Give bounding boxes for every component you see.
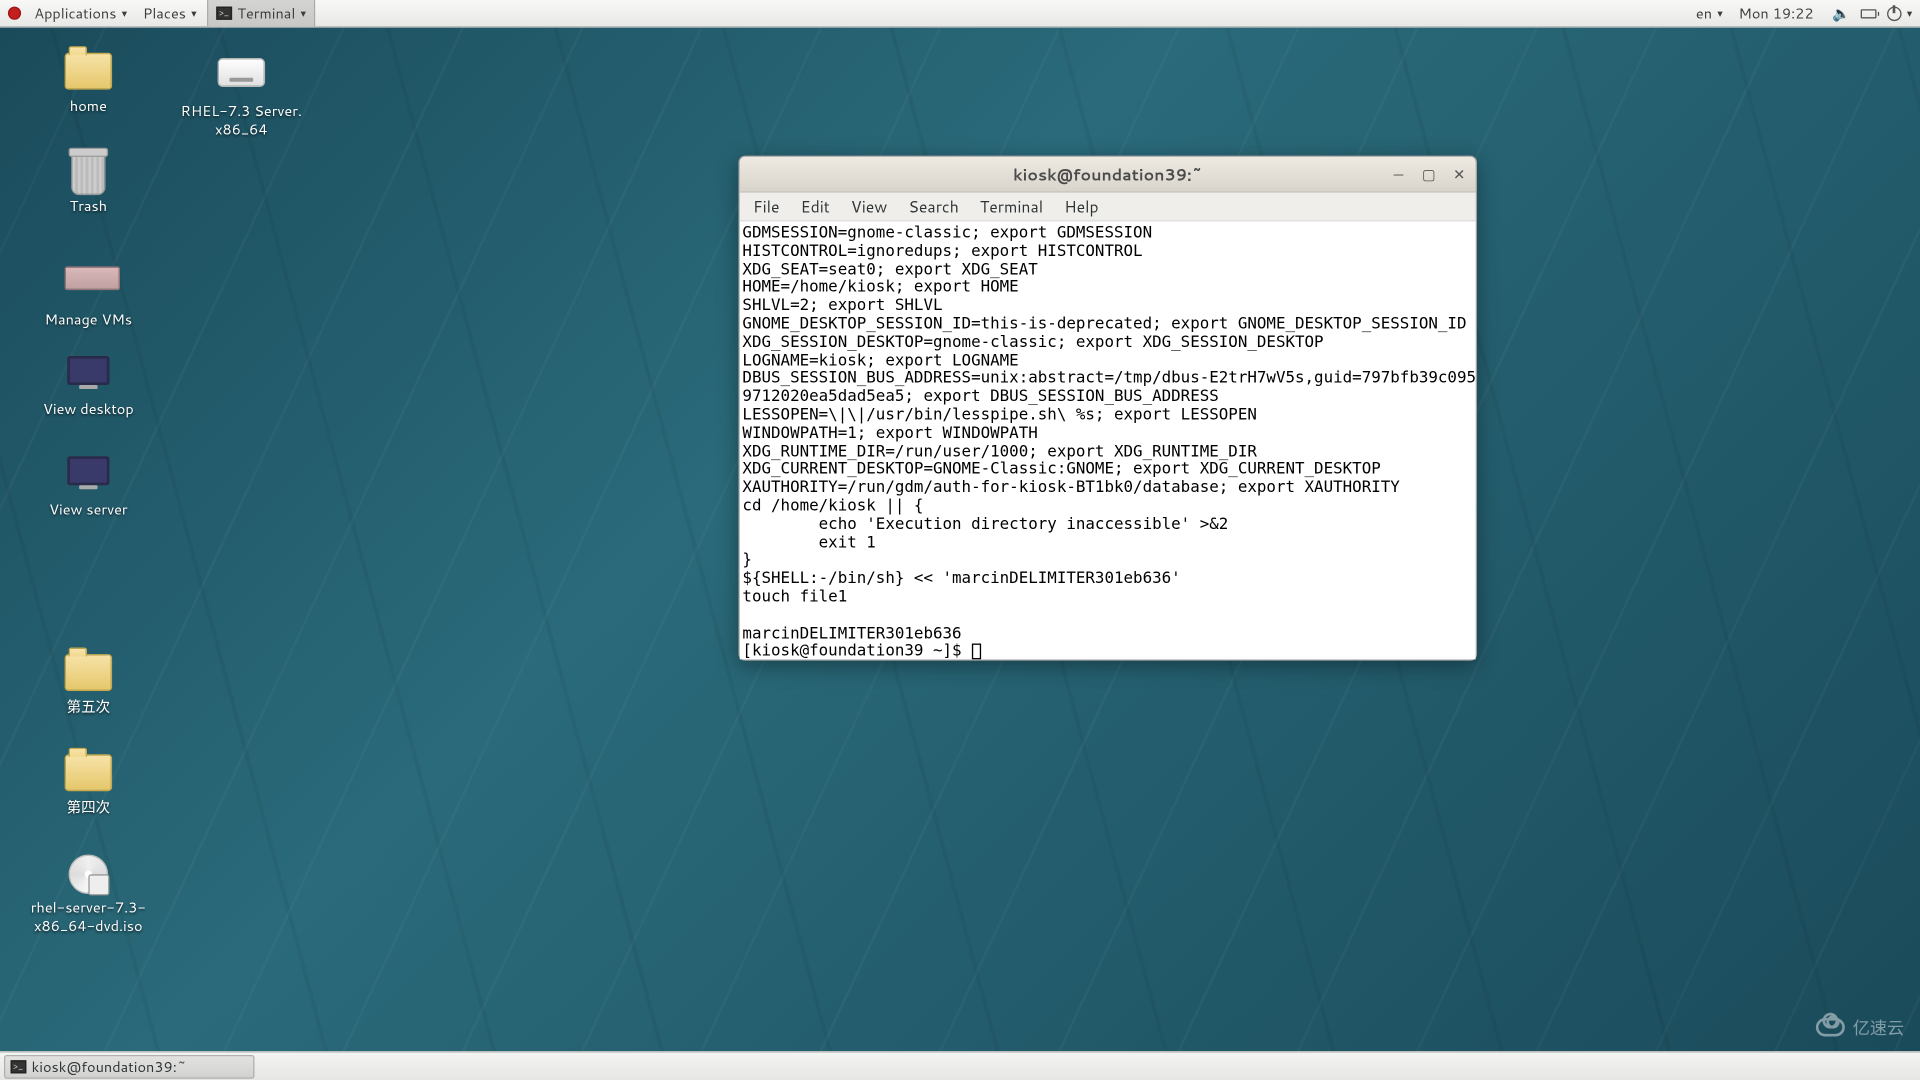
disc-icon xyxy=(69,855,109,895)
icon-label: Manage VMs xyxy=(16,311,161,329)
watermark-text: 亿速云 xyxy=(1853,1014,1904,1040)
terminal-icon xyxy=(11,1060,27,1073)
desktop-icon-trash[interactable]: Trash xyxy=(16,153,161,216)
folder-icon xyxy=(65,53,112,90)
icon-label: Trash xyxy=(16,198,161,216)
clock[interactable]: Mon 19:22 xyxy=(1731,0,1822,26)
top-panel: Applications ▾ Places ▾ Terminal ▾ en ▾ … xyxy=(0,0,1920,28)
folder-icon xyxy=(65,754,112,791)
monitor-icon xyxy=(67,356,109,385)
battery-icon[interactable] xyxy=(1861,9,1877,18)
bottom-panel: kiosk@foundation39:~ xyxy=(0,1051,1920,1080)
clock-label: Mon 19:22 xyxy=(1738,3,1813,24)
menu-search[interactable]: Search xyxy=(898,193,970,221)
icon-label: RHEL-7.3 Server. x86_64 xyxy=(169,103,314,139)
menu-edit[interactable]: Edit xyxy=(790,193,840,221)
chevron-down-icon: ▾ xyxy=(122,8,127,19)
volume-icon[interactable]: 🔈 xyxy=(1832,3,1850,24)
trash-icon xyxy=(71,153,105,195)
menu-view[interactable]: View xyxy=(840,193,898,221)
window-close-button[interactable]: ✕ xyxy=(1448,163,1470,185)
desktop-icon-iso[interactable]: rhel-server-7.3- x86_64-dvd.iso xyxy=(16,855,161,936)
icon-label: rhel-server-7.3- x86_64-dvd.iso xyxy=(16,899,161,935)
icon-label: home xyxy=(16,98,161,116)
drive-icon xyxy=(218,58,265,87)
places-menu-label: Places xyxy=(143,3,186,24)
vms-icon xyxy=(65,266,120,290)
menu-file[interactable]: File xyxy=(742,193,790,221)
desktop-icon-folder5[interactable]: 第五次 xyxy=(16,654,161,717)
window-maximize-button[interactable]: ▢ xyxy=(1418,163,1440,185)
chevron-down-icon: ▾ xyxy=(1717,8,1722,19)
icon-label: View desktop xyxy=(16,401,161,419)
terminal-icon xyxy=(216,7,232,20)
terminal-titlebar[interactable]: kiosk@foundation39:~ — ▢ ✕ xyxy=(740,157,1476,193)
distro-logo-icon xyxy=(8,7,21,20)
icon-label: 第四次 xyxy=(16,799,161,817)
menu-terminal[interactable]: Terminal xyxy=(969,193,1053,221)
watermark: 亿速云 xyxy=(1816,1014,1904,1040)
applications-menu-label: Applications xyxy=(34,3,116,24)
taskbar-window-label: kiosk@foundation39:~ xyxy=(32,1056,187,1077)
desktop-icon-folder4[interactable]: 第四次 xyxy=(16,754,161,817)
input-language-indicator[interactable]: en ▾ xyxy=(1688,0,1731,26)
cloud-icon xyxy=(1816,1018,1845,1036)
chevron-down-icon: ▾ xyxy=(301,8,306,19)
desktop-icon-home[interactable]: home xyxy=(16,53,161,116)
terminal-title: kiosk@foundation39:~ xyxy=(1013,163,1202,185)
running-app-label: Terminal xyxy=(237,3,295,24)
topbar-running-app[interactable]: Terminal ▾ xyxy=(207,0,315,26)
places-menu[interactable]: Places ▾ xyxy=(135,0,205,26)
desktop-icon-rhel[interactable]: RHEL-7.3 Server. x86_64 xyxy=(169,53,314,139)
monitor-icon xyxy=(67,456,109,485)
applications-menu[interactable]: Applications ▾ xyxy=(26,0,135,26)
menu-help[interactable]: Help xyxy=(1054,193,1109,221)
desktop-icon-view-server[interactable]: View server xyxy=(16,456,161,519)
desktop[interactable]: Applications ▾ Places ▾ Terminal ▾ en ▾ … xyxy=(0,0,1920,1080)
terminal-content[interactable]: GDMSESSION=gnome-classic; export GDMSESS… xyxy=(740,222,1476,660)
power-icon[interactable] xyxy=(1887,6,1902,21)
chevron-down-icon: ▾ xyxy=(1907,8,1912,19)
terminal-window: kiosk@foundation39:~ — ▢ ✕ File Edit Vie… xyxy=(738,156,1476,661)
taskbar-window-button[interactable]: kiosk@foundation39:~ xyxy=(4,1054,255,1078)
desktop-icon-manage-vms[interactable]: Manage VMs xyxy=(16,258,161,329)
chevron-down-icon: ▾ xyxy=(191,8,196,19)
terminal-menubar: File Edit View Search Terminal Help xyxy=(740,193,1476,222)
lang-label: en xyxy=(1696,3,1712,24)
icon-label: View server xyxy=(16,501,161,519)
desktop-icon-view-desktop[interactable]: View desktop xyxy=(16,356,161,419)
window-minimize-button[interactable]: — xyxy=(1387,163,1409,185)
folder-icon xyxy=(65,654,112,691)
icon-label: 第五次 xyxy=(16,699,161,717)
